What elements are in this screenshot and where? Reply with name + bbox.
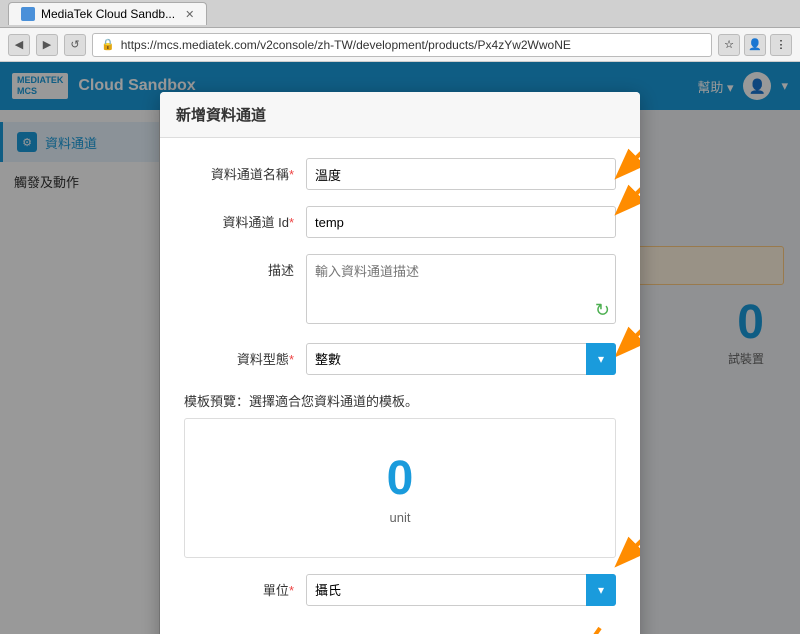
tab-favicon: [21, 7, 35, 21]
modal-header: 新增資料通道: [160, 92, 640, 138]
id-label: 資料通道 Id*: [184, 206, 294, 231]
type-select[interactable]: 整數: [306, 343, 616, 375]
modal-overlay: 新增資料通道 資料通道名稱* 資料通道 Id* 描述: [0, 62, 800, 634]
browser-titlebar: MediaTek Cloud Sandb... ✕: [0, 0, 800, 28]
address-text: https://mcs.mediatek.com/v2console/zh-TW…: [121, 38, 571, 52]
form-row-id: 資料通道 Id*: [184, 206, 616, 238]
textarea-wrap: ↻: [306, 254, 616, 327]
modal: 新增資料通道 資料通道名稱* 資料通道 Id* 描述: [160, 92, 640, 634]
unit-select[interactable]: 攝氏: [306, 574, 616, 606]
secure-icon: 🔒: [101, 38, 115, 51]
name-input[interactable]: [306, 158, 616, 190]
address-bar[interactable]: 🔒 https://mcs.mediatek.com/v2console/zh-…: [92, 33, 712, 57]
bookmark-button[interactable]: ☆: [718, 34, 740, 56]
forward-button[interactable]: ▶: [36, 34, 58, 56]
template-preview-label: 模板預覽：選擇適合您資料通道的模板。: [184, 391, 616, 410]
type-required: *: [289, 352, 294, 367]
name-label: 資料通道名稱*: [184, 158, 294, 183]
preview-unit: unit: [390, 510, 411, 525]
modal-footer: 取消 儲存: [160, 626, 640, 634]
form-row-name: 資料通道名稱*: [184, 158, 616, 190]
form-row-type: 資料型態* 整數 ▾: [184, 343, 616, 375]
desc-textarea[interactable]: [306, 254, 616, 324]
modal-body: 資料通道名稱* 資料通道 Id* 描述 ↻: [160, 138, 640, 626]
browser-toolbar: ◀ ▶ ↺ 🔒 https://mcs.mediatek.com/v2conso…: [0, 28, 800, 62]
tab-close-icon[interactable]: ✕: [185, 8, 194, 21]
menu-button[interactable]: ⋮: [770, 34, 792, 56]
unit-label: 單位*: [184, 574, 294, 599]
preview-number: 0: [387, 451, 414, 506]
id-input[interactable]: [306, 206, 616, 238]
template-preview-box: 0 unit: [184, 418, 616, 558]
browser-tab[interactable]: MediaTek Cloud Sandb... ✕: [8, 2, 207, 25]
unit-required: *: [289, 583, 294, 598]
type-select-wrap: 整數 ▾: [306, 343, 616, 375]
form-row-unit: 單位* 攝氏 ▾: [184, 574, 616, 606]
id-required: *: [289, 215, 294, 230]
back-button[interactable]: ◀: [8, 34, 30, 56]
desc-label: 描述: [184, 254, 294, 279]
name-required: *: [289, 167, 294, 182]
form-row-desc: 描述 ↻: [184, 254, 616, 327]
profile-button[interactable]: 👤: [744, 34, 766, 56]
unit-select-wrap: 攝氏 ▾: [306, 574, 616, 606]
tab-title: MediaTek Cloud Sandb...: [41, 7, 175, 21]
type-label: 資料型態*: [184, 343, 294, 368]
refresh-icon[interactable]: ↻: [595, 300, 610, 321]
reload-button[interactable]: ↺: [64, 34, 86, 56]
modal-title: 新增資料通道: [176, 107, 266, 124]
